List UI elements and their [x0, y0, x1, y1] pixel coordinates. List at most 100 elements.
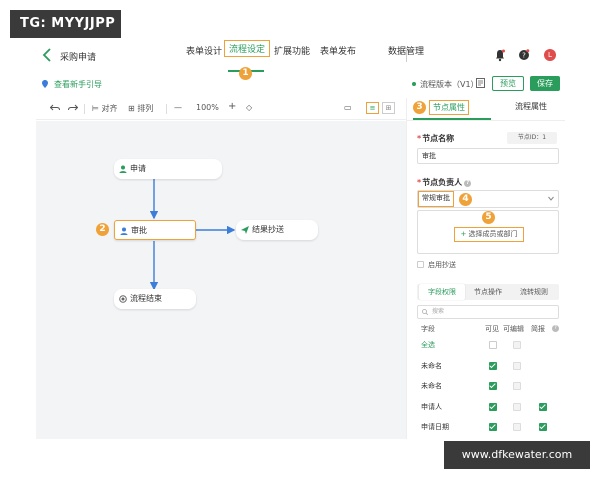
table-row: 全选	[417, 338, 559, 352]
avatar[interactable]: L	[544, 49, 556, 61]
send-icon	[241, 226, 249, 234]
permission-subtabs: 字段权限 节点操作 流转规则	[417, 284, 559, 300]
editable-checkbox	[513, 341, 521, 349]
app-header: 采购申请 表单设计 流程设定 扩展功能 表单发布 数据管理 1 ? L	[36, 40, 564, 80]
flow-version: 流程版本（V1）	[412, 79, 479, 90]
marker-2: 2	[96, 223, 109, 236]
plus-icon: +	[460, 230, 469, 238]
select-members-button[interactable]: + 选择成员或部门	[454, 227, 524, 242]
visible-checkbox[interactable]	[489, 341, 497, 349]
arrange-label: 排列	[137, 104, 154, 113]
node-approve[interactable]: 审批	[114, 220, 196, 240]
tab-form-publish[interactable]: 表单发布	[320, 44, 356, 57]
user-icon	[120, 227, 128, 235]
marker-5: 5	[482, 211, 495, 224]
list-view-icon[interactable]: ≡	[366, 102, 379, 114]
undo-icon[interactable]	[50, 104, 60, 112]
field-name: 全选	[421, 341, 435, 349]
brief-checkbox[interactable]	[539, 402, 547, 411]
marker-3: 3	[413, 101, 426, 114]
page: TG: MYYJJPP 采购申请 表单设计 流程设定 扩展功能 表单发布 数据管…	[0, 0, 600, 480]
zoom-level: 100%	[196, 103, 219, 112]
minimap-icon[interactable]: ▭	[344, 103, 352, 112]
help-icon[interactable]: ?	[518, 48, 530, 62]
editable-checkbox	[513, 361, 521, 370]
tab-node-properties[interactable]: 节点属性	[429, 100, 469, 115]
arrange-button[interactable]: ⊞ 排列	[128, 103, 153, 114]
save-button[interactable]: 保存	[530, 76, 560, 91]
select-members-label: 选择成员或部门	[468, 230, 518, 238]
cc-checkbox[interactable]	[417, 261, 424, 268]
bell-icon[interactable]	[494, 48, 506, 62]
align-icon: ⊨	[92, 104, 99, 113]
stop-circle-icon	[119, 295, 127, 303]
required-mark: *	[417, 178, 422, 187]
arrange-icon: ⊞	[128, 104, 135, 113]
redo-icon[interactable]	[68, 104, 78, 112]
node-cc[interactable]: 结果抄送	[236, 220, 318, 240]
editable-checkbox	[513, 423, 521, 431]
panel-tab-divider	[407, 120, 565, 121]
tab-extensions[interactable]: 扩展功能	[274, 44, 310, 57]
tab-flow-properties[interactable]: 流程属性	[515, 101, 547, 112]
node-label: 审批	[131, 226, 147, 235]
search-placeholder: 搜索	[432, 308, 445, 315]
back-arrow-icon[interactable]	[42, 48, 52, 62]
canvas-toolbar: ⊨ 对齐 ⊞ 排列 — 100% + ◇ ▭ ≡ ⊞	[36, 98, 406, 120]
zoom-in-button[interactable]: +	[228, 101, 236, 112]
field-search-input[interactable]: 搜索	[417, 305, 559, 319]
watermark: www.dfkewater.com	[444, 441, 590, 469]
col-editable: 可编辑	[503, 325, 524, 333]
table-row: 申请人	[417, 400, 559, 414]
editable-checkbox	[513, 382, 521, 390]
visible-checkbox[interactable]	[489, 402, 497, 411]
zoom-out-button[interactable]: —	[174, 103, 182, 112]
align-button[interactable]: ⊨ 对齐	[92, 103, 118, 114]
field-name: 申请日期	[421, 423, 449, 431]
enable-cc-toggle[interactable]: 启用抄送	[417, 260, 456, 270]
subtab-node-actions[interactable]: 节点操作	[465, 284, 511, 300]
owner-type-value: 常规审批	[418, 191, 454, 207]
preview-button[interactable]: 预览	[492, 76, 524, 91]
properties-panel: 3 节点属性 流程属性 *节点名称 节点ID：1 审批 *节点负责人? 常规审批…	[406, 98, 565, 439]
col-field: 字段	[421, 325, 435, 333]
node-end[interactable]: 流程结束	[114, 289, 196, 309]
chevron-down-icon	[548, 196, 554, 201]
node-owner-label: *节点负责人?	[417, 177, 472, 188]
brief-checkbox[interactable]	[539, 423, 547, 431]
question-icon[interactable]: ?	[552, 325, 559, 332]
question-icon[interactable]: ?	[464, 180, 472, 187]
permissions-table-header: 字段 可见 可编辑 简报 ?	[417, 324, 559, 336]
guide-link[interactable]: 查看新手引导	[42, 79, 102, 90]
col-visible: 可见	[485, 325, 499, 333]
version-text: 流程版本（V1）	[420, 80, 479, 89]
grid-view-icon[interactable]: ⊞	[382, 102, 395, 114]
col-brief: 简报	[531, 325, 545, 333]
subtab-flow-rules[interactable]: 流转规则	[511, 284, 557, 300]
tg-badge: TG: MYYJJPP	[10, 10, 121, 38]
visible-checkbox[interactable]	[489, 382, 497, 390]
subtab-field-permissions[interactable]: 字段权限	[419, 284, 465, 300]
version-status-dot	[412, 82, 416, 86]
node-name-input[interactable]: 审批	[417, 148, 559, 164]
document-icon[interactable]	[476, 78, 485, 88]
visible-checkbox[interactable]	[489, 423, 497, 431]
node-label: 申请	[130, 164, 146, 173]
tab-flow-settings[interactable]: 流程设定	[224, 40, 271, 57]
editable-checkbox	[513, 402, 521, 411]
search-icon	[422, 309, 428, 315]
visible-checkbox[interactable]	[489, 361, 497, 370]
node-name-label: *节点名称	[417, 133, 454, 144]
enable-cc-label: 启用抄送	[428, 261, 456, 269]
table-row: 未命名	[417, 359, 559, 373]
fit-view-icon[interactable]: ◇	[246, 103, 252, 112]
owner-type-select[interactable]: 常规审批	[417, 190, 559, 208]
app-title: 采购申请	[60, 53, 97, 63]
tab-data-management[interactable]: 数据管理	[388, 44, 424, 57]
location-pin-icon	[42, 80, 48, 88]
field-name: 未命名	[421, 361, 442, 370]
node-label: 流程结束	[130, 294, 162, 303]
flow-canvas[interactable]: 申请 审批 2 结果抄送 流程结束	[36, 121, 406, 439]
node-apply[interactable]: 申请	[114, 159, 222, 179]
tab-form-design[interactable]: 表单设计	[186, 44, 222, 57]
